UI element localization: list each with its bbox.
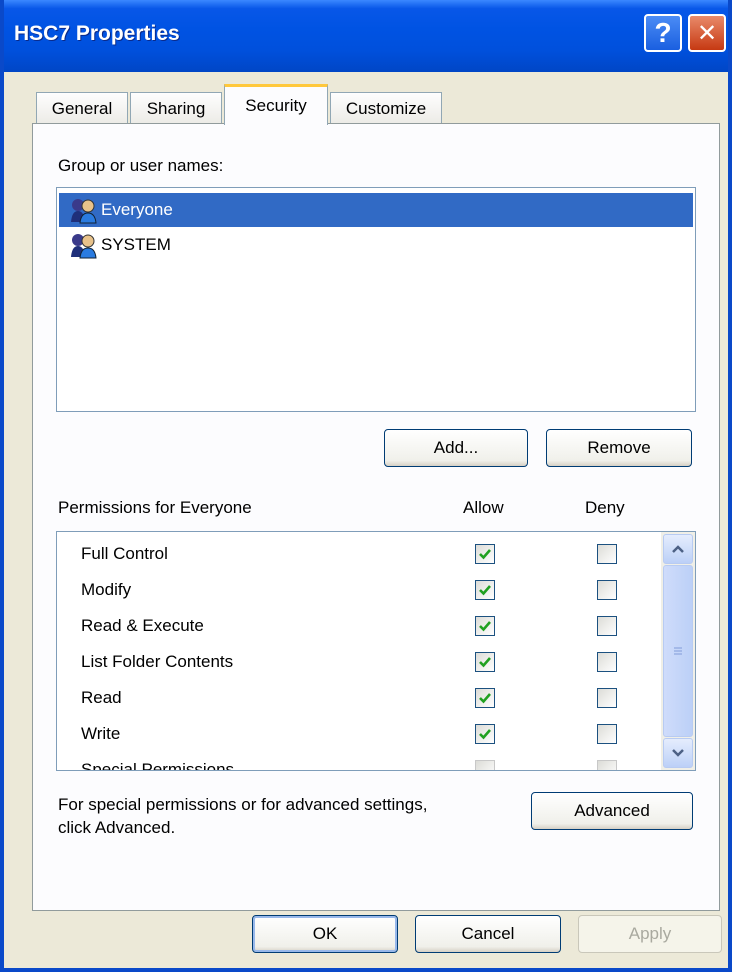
add-button[interactable]: Add... (384, 429, 528, 467)
permission-name: Modify (81, 580, 132, 599)
tab-label: General (51, 98, 113, 118)
permission-row-write: Write (57, 716, 657, 752)
user-name: SYSTEM (101, 235, 171, 254)
deny-checkbox[interactable] (597, 652, 617, 672)
tab-sharing[interactable]: Sharing (130, 92, 222, 124)
close-button[interactable]: ✕ (688, 14, 726, 52)
permissions-label: Permissions for Everyone (58, 498, 252, 517)
advanced-hint-line1: For special permissions or for advanced … (58, 795, 428, 814)
allow-checkbox[interactable] (475, 580, 495, 600)
permission-row-modify: Modify (57, 572, 657, 608)
cancel-button[interactable]: Cancel (415, 915, 561, 953)
check-icon (479, 621, 491, 632)
allow-checkbox[interactable] (475, 760, 495, 770)
scroll-thumb[interactable] (663, 565, 693, 737)
check-icon (479, 729, 491, 740)
window-title: HSC7 Properties (14, 22, 180, 45)
permission-name: Special Permissions (81, 760, 235, 771)
tab-security[interactable]: Security (224, 84, 328, 125)
help-button[interactable]: ? (644, 14, 682, 52)
scroll-down-button[interactable] (663, 738, 693, 768)
chevron-up-icon (672, 545, 684, 553)
apply-button[interactable]: Apply (578, 915, 722, 953)
check-icon (479, 549, 491, 560)
chevron-down-icon (672, 749, 684, 757)
permission-row-read: Read (57, 680, 657, 716)
help-icon: ? (654, 17, 672, 48)
check-icon (479, 585, 491, 596)
permissions-list[interactable]: Full Control Modify Read & Execute List … (56, 531, 696, 771)
deny-checkbox[interactable] (597, 616, 617, 636)
deny-checkbox[interactable] (597, 544, 617, 564)
grip-icon (674, 647, 682, 655)
scroll-up-button[interactable] (663, 534, 693, 564)
permission-name: Full Control (81, 544, 168, 563)
group-or-user-names-label: Group or user names: (58, 156, 224, 175)
check-icon (479, 693, 491, 704)
permission-name: List Folder Contents (81, 652, 234, 671)
close-icon: ✕ (696, 19, 718, 47)
permission-name: Read (81, 688, 122, 707)
allow-column-header: Allow (463, 498, 504, 517)
permission-name: Read & Execute (81, 616, 204, 635)
permission-row-list-folder-contents: List Folder Contents (57, 644, 657, 680)
allow-checkbox[interactable] (475, 688, 495, 708)
allow-checkbox[interactable] (475, 652, 495, 672)
deny-checkbox[interactable] (597, 688, 617, 708)
user-list[interactable]: Everyone SYSTEM (56, 187, 696, 412)
permission-row-full-control: Full Control (57, 536, 657, 572)
deny-checkbox[interactable] (597, 724, 617, 744)
permission-row-read-execute: Read & Execute (57, 608, 657, 644)
deny-column-header: Deny (585, 498, 625, 517)
advanced-button[interactable]: Advanced (531, 792, 693, 830)
allow-checkbox[interactable] (475, 544, 495, 564)
allow-checkbox[interactable] (475, 616, 495, 636)
ok-button[interactable]: OK (252, 915, 398, 953)
user-row-system[interactable]: SYSTEM (59, 228, 693, 262)
tab-general[interactable]: General (36, 92, 128, 124)
user-name: Everyone (101, 200, 173, 219)
deny-checkbox[interactable] (597, 760, 617, 770)
permissions-scrollbar[interactable] (661, 532, 695, 770)
allow-checkbox[interactable] (475, 724, 495, 744)
user-row-everyone[interactable]: Everyone (59, 193, 693, 227)
check-icon (479, 657, 491, 668)
permission-row-special-permissions: Special Permissions (57, 752, 657, 771)
deny-checkbox[interactable] (597, 580, 617, 600)
title-bar[interactable]: HSC7 Properties ? ✕ (4, 0, 728, 72)
users-group-icon (71, 234, 97, 259)
tab-label: Security (245, 96, 307, 115)
tab-label: Sharing (146, 98, 206, 118)
advanced-hint-line2: click Advanced. (58, 818, 176, 837)
users-group-icon (71, 199, 97, 224)
permission-name: Write (81, 724, 121, 743)
tab-customize[interactable]: Customize (330, 92, 442, 124)
remove-button[interactable]: Remove (546, 429, 692, 467)
tab-label: Customize (345, 98, 427, 118)
